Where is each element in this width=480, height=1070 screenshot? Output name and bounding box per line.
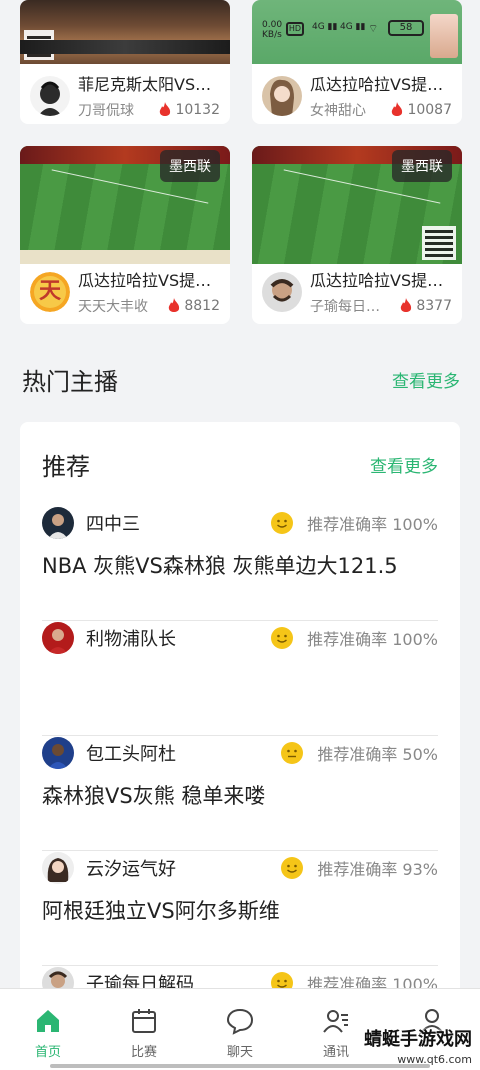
tipster-avatar <box>42 852 74 884</box>
heat-value: 8377 <box>416 298 452 314</box>
league-tag: 墨西联 <box>160 150 220 182</box>
stream-thumbnail: 墨西联 <box>20 146 230 264</box>
tab-label: 聊天 <box>226 1045 253 1060</box>
avatar-char: 天 <box>38 279 61 304</box>
tab-matches[interactable]: 比赛 <box>96 989 192 1070</box>
stream-title: 瓜达拉哈拉VS提… <box>310 271 444 290</box>
tab-label: 通讯 <box>322 1045 349 1060</box>
accuracy-rate: 推荐准确率 93% <box>317 860 438 879</box>
recommend-text: 森林狼VS灰熊 稳单来喽 <box>42 784 266 808</box>
anchor-name: 天天大丰收 <box>78 299 148 315</box>
contacts-icon <box>323 1010 348 1033</box>
tipster-name: 利物浦队长 <box>86 629 176 650</box>
heat-value: 10087 <box>407 102 452 118</box>
anchor-name: 子瑜每日… <box>310 299 380 315</box>
fire-icon <box>160 102 171 116</box>
stream-thumbnail: 0.00 KB/s HD 4G ▮▮ 4G ▮▮ ⌔ 58 <box>252 0 462 64</box>
smile-icon <box>271 512 294 534</box>
qr-code-icon <box>422 226 456 260</box>
heat-count: 10087 <box>390 102 452 118</box>
live-card[interactable]: 0.00 KB/s HD 4G ▮▮ 4G ▮▮ ⌔ 58 瓜达拉哈拉VS提… … <box>252 0 462 124</box>
recommend-item[interactable]: 四中三 推荐准确率 100% NBA 灰熊VS森林狼 灰熊单边大121.5 <box>42 506 438 621</box>
stream-title: 菲尼克斯太阳VS… <box>78 75 212 94</box>
tab-chat[interactable]: 聊天 <box>192 989 288 1070</box>
fire-icon <box>169 298 180 312</box>
accuracy-rate: 推荐准确率 100% <box>307 515 438 534</box>
tipster-avatar <box>42 622 74 654</box>
home-icon <box>37 1010 59 1032</box>
heat-count: 8812 <box>167 298 220 314</box>
panel-title: 推荐 <box>42 452 90 481</box>
tab-home[interactable]: 首页 <box>0 989 96 1070</box>
heat-value: 8812 <box>184 298 220 314</box>
view-more-link[interactable]: 查看更多 <box>392 367 460 392</box>
tipster-name: 四中三 <box>86 514 140 535</box>
heat-count: 10132 <box>158 102 220 118</box>
tab-label: 首页 <box>34 1045 61 1060</box>
anchor-name: 刀哥侃球 <box>78 103 134 119</box>
anchor-avatar <box>262 76 302 116</box>
smile-icon <box>271 627 294 649</box>
tipster-avatar <box>42 507 74 539</box>
accuracy-rate: 推荐准确率 100% <box>307 630 438 649</box>
stream-title: 瓜达拉哈拉VS提… <box>310 75 444 94</box>
recommend-item[interactable]: 包工头阿杜 推荐准确率 50% 森林狼VS灰熊 稳单来喽 <box>42 736 438 851</box>
live-card[interactable]: 墨西联 天 瓜达拉哈拉VS提… 天天大丰收 8812 <box>20 146 230 324</box>
stream-thumbnail: 墨西联 <box>252 146 462 264</box>
stream-title: 瓜达拉哈拉VS提… <box>78 271 212 290</box>
battery-indicator: 58 <box>388 20 424 36</box>
chat-bubble-icon <box>226 1008 254 1035</box>
hot-anchors-header: 热门主播 查看更多 <box>22 362 460 397</box>
smile-icon <box>281 857 304 879</box>
anchor-avatar <box>262 272 302 312</box>
recommend-text: 阿根廷独立VS阿尔多斯维 <box>42 899 280 923</box>
tipster-name: 包工头阿杜 <box>86 744 176 765</box>
view-more-link[interactable]: 查看更多 <box>370 452 438 477</box>
recommend-item[interactable]: 云汐运气好 推荐准确率 93% 阿根廷独立VS阿尔多斯维 <box>42 851 438 966</box>
anchor-avatar <box>30 76 70 116</box>
section-title: 热门主播 <box>22 368 118 396</box>
live-card[interactable]: 墨西联 瓜达拉哈拉VS提… 子瑜每日… 8377 <box>252 146 462 324</box>
fire-icon <box>392 102 403 116</box>
anchor-name: 女神甜心 <box>310 103 366 119</box>
neutral-face-icon <box>281 742 304 764</box>
heat-value: 10132 <box>175 102 220 118</box>
live-card[interactable]: 菲尼克斯太阳VS… 刀哥侃球 10132 <box>20 0 230 124</box>
fire-icon <box>401 298 412 312</box>
accuracy-rate: 推荐准确率 50% <box>317 745 438 764</box>
recommend-panel: 推荐 查看更多 四中三 推荐准确率 100% NBA 灰熊VS森林狼 灰熊单边大… <box>20 422 460 1042</box>
tipster-name: 云汐运气好 <box>86 859 176 880</box>
heat-count: 8377 <box>399 298 452 314</box>
live-stream-grid: 菲尼克斯太阳VS… 刀哥侃球 10132 0.00 KB/s HD 4G ▮▮ … <box>20 0 462 346</box>
home-indicator <box>50 1064 430 1068</box>
tab-label: 比赛 <box>130 1045 157 1060</box>
tipster-avatar <box>42 737 74 769</box>
calendar-icon <box>132 1009 156 1033</box>
recommend-item[interactable]: 利物浦队长 推荐准确率 100% <box>42 621 438 736</box>
watermark-title: 蜻蜓手游戏网 <box>364 1029 472 1050</box>
stream-thumbnail <box>20 0 230 64</box>
recommend-text: NBA 灰熊VS森林狼 灰熊单边大121.5 <box>42 554 398 578</box>
league-tag: 墨西联 <box>392 150 452 182</box>
anchor-avatar: 天 <box>30 272 70 312</box>
